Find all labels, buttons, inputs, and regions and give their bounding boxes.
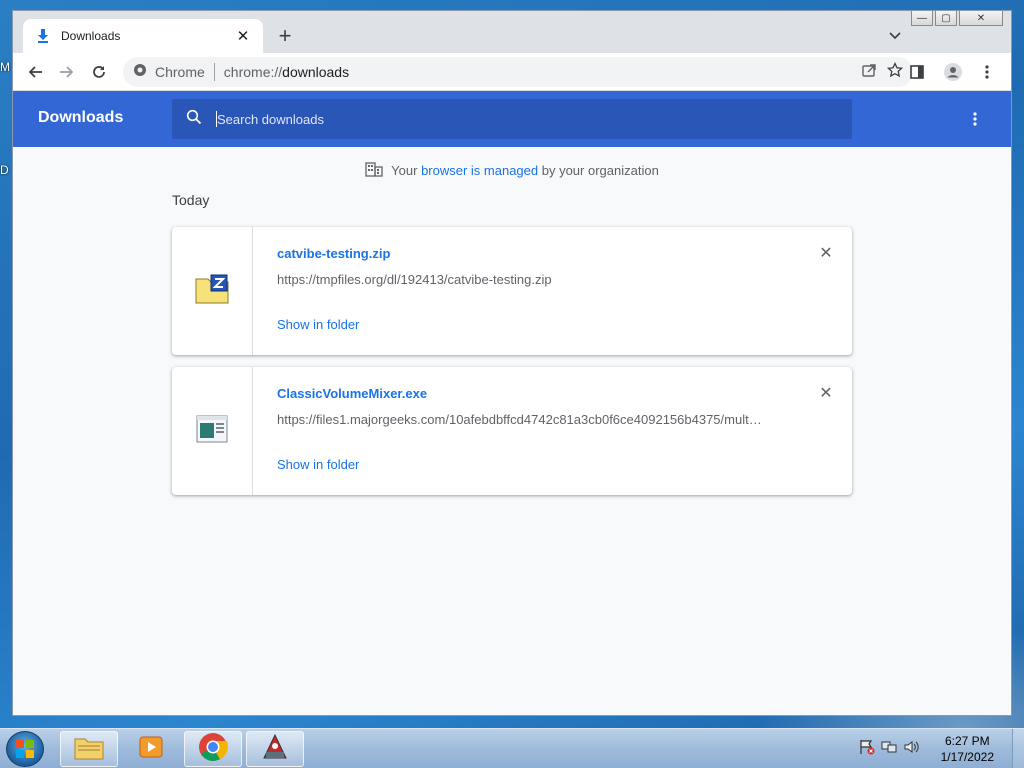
system-tray: 6:27 PM 1/17/2022 — [859, 729, 994, 768]
search-input[interactable] — [217, 111, 817, 127]
forward-arrow-icon — [60, 65, 74, 78]
file-name-link[interactable]: catvibe-testing.zip — [277, 246, 390, 261]
maximize-button[interactable]: ▢ — [935, 11, 957, 26]
managed-text: Your browser is managed by your organiza… — [391, 163, 659, 178]
clock-date: 1/17/2022 — [940, 750, 994, 764]
forward-button[interactable] — [51, 56, 83, 88]
file-source-url[interactable]: https://files1.majorgeeks.com/10afebdbff… — [277, 412, 762, 427]
chrome-window: Downloads ✕ + — ▢ ✕ Chrome chrome://down… — [12, 10, 1012, 716]
search-box[interactable] — [172, 99, 852, 139]
desktop-icon-label-1: M — [0, 60, 10, 74]
taskbar-chrome[interactable] — [184, 731, 242, 767]
show-desktop-button[interactable] — [1012, 729, 1024, 768]
explorer-icon — [74, 734, 104, 765]
file-icon-column — [172, 367, 253, 495]
file-source-url[interactable]: https://tmpfiles.org/dl/192413/catvibe-t… — [277, 272, 552, 287]
back-button[interactable] — [19, 56, 51, 88]
taskbar-explorer[interactable] — [60, 731, 118, 767]
remove-download-close-icon[interactable]: ✕ — [818, 245, 834, 262]
chrome-icon — [198, 732, 228, 767]
new-tab-button[interactable]: + — [273, 25, 297, 49]
downloads-list-area: Your browser is managed by your organiza… — [13, 147, 1011, 715]
building-icon — [365, 161, 383, 180]
downloads-header: Downloads — [13, 91, 1011, 147]
share-icon[interactable] — [861, 62, 877, 83]
url-text: chrome://downloads — [223, 64, 350, 80]
browser-toolbar: Chrome chrome://downloads — [13, 53, 1011, 91]
side-panel-icon — [910, 65, 924, 79]
remove-download-close-icon[interactable]: ✕ — [818, 385, 834, 402]
back-arrow-icon — [28, 65, 42, 78]
page-title: Downloads — [38, 109, 124, 126]
download-item: catvibe-testing.zip https://tmpfiles.org… — [172, 227, 852, 355]
clock-time: 6:27 PM — [944, 734, 990, 748]
window-controls: — ▢ ✕ — [911, 11, 1003, 26]
windows-logo-icon — [16, 740, 34, 758]
zip-file-icon — [195, 274, 229, 309]
taskbar-media-player[interactable] — [122, 731, 180, 767]
profile-button[interactable] — [937, 56, 969, 88]
managed-notice: Your browser is managed by your organiza… — [13, 161, 1011, 180]
search-icon — [186, 109, 202, 130]
tab-close-icon[interactable]: ✕ — [235, 27, 251, 45]
reload-button[interactable] — [83, 56, 115, 88]
window-close-button[interactable]: ✕ — [959, 11, 1003, 26]
tab-title: Downloads — [61, 29, 121, 43]
chrome-menu-button[interactable] — [971, 56, 1003, 88]
tab-downloads[interactable]: Downloads ✕ — [23, 19, 263, 53]
download-icon — [35, 28, 51, 44]
desktop-icon-label-2: D — [0, 163, 9, 177]
browser-managed-link[interactable]: browser is managed — [421, 163, 538, 178]
tab-strip: Downloads ✕ + — ▢ ✕ — [13, 11, 1011, 53]
taskbar-java-app[interactable] — [246, 731, 304, 767]
taskbar: 6:27 PM 1/17/2022 — [0, 728, 1024, 768]
file-name-link[interactable]: ClassicVolumeMixer.exe — [277, 386, 427, 401]
action-center-flag-icon[interactable] — [859, 739, 875, 760]
profile-avatar-icon — [944, 63, 962, 81]
vertical-dots-icon — [973, 112, 977, 126]
download-item: ClassicVolumeMixer.exe https://files1.ma… — [172, 367, 852, 495]
show-in-folder-link[interactable]: Show in folder — [277, 317, 359, 332]
java-icon — [260, 732, 290, 767]
file-icon-column — [172, 227, 253, 355]
chrome-logo-icon — [133, 63, 147, 82]
side-panel-button[interactable] — [901, 56, 933, 88]
clock[interactable]: 6:27 PM 1/17/2022 — [941, 733, 994, 765]
show-in-folder-link[interactable]: Show in folder — [277, 457, 359, 472]
exe-file-icon — [196, 415, 228, 448]
omnibox-divider — [213, 63, 215, 81]
minimize-button[interactable]: — — [911, 11, 933, 26]
media-player-icon — [138, 734, 164, 765]
section-date-label: Today — [172, 192, 210, 208]
reload-icon — [93, 65, 105, 78]
start-button[interactable] — [6, 731, 44, 767]
network-icon[interactable] — [881, 739, 897, 760]
vertical-dots-icon — [985, 65, 989, 79]
volume-icon[interactable] — [903, 739, 919, 760]
tab-search-chevron-icon[interactable] — [887, 27, 903, 43]
downloads-menu-button[interactable] — [965, 109, 985, 129]
site-label: Chrome — [155, 64, 205, 80]
address-bar[interactable]: Chrome chrome://downloads — [123, 57, 913, 87]
